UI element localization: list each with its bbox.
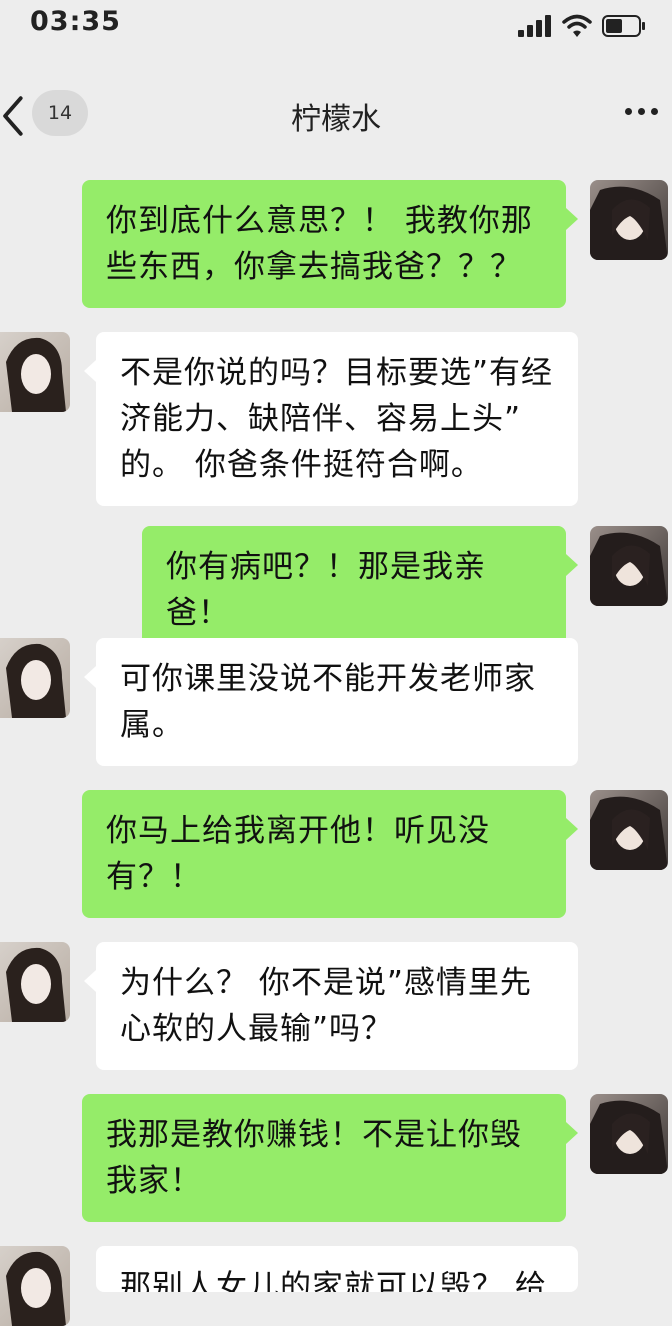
battery-icon bbox=[602, 15, 645, 37]
status-bar: 03:35 bbox=[0, 0, 672, 52]
my-avatar[interactable] bbox=[590, 526, 668, 606]
message-bubble-outgoing[interactable]: 我那是教你赚钱！不是让你毁我家！ bbox=[82, 1094, 566, 1222]
message-bubble-incoming[interactable]: 那别人女儿的家就可以毁？ 给 bbox=[96, 1246, 578, 1292]
status-time: 03:35 bbox=[30, 6, 121, 37]
message-bubble-outgoing[interactable]: 你到底什么意思？！ 我教你那些东西，你拿去搞我爸？？？ bbox=[82, 180, 566, 308]
message-bubble-outgoing[interactable]: 你马上给我离开他！听见没有？！ bbox=[82, 790, 566, 918]
contact-avatar[interactable] bbox=[0, 1246, 70, 1326]
wifi-icon bbox=[562, 14, 592, 37]
message-bubble-incoming[interactable]: 为什么？ 你不是说”感情里先心软的人最输”吗？ bbox=[96, 942, 578, 1070]
chat-title: 柠檬水 bbox=[291, 102, 381, 137]
my-avatar[interactable] bbox=[590, 790, 668, 870]
signal-icon bbox=[518, 15, 551, 37]
message-bubble-incoming[interactable]: 可你课里没说不能开发老师家属。 bbox=[96, 638, 578, 766]
my-avatar[interactable] bbox=[590, 1094, 668, 1174]
contact-avatar[interactable] bbox=[0, 332, 70, 412]
message-bubble-incoming[interactable]: 不是你说的吗？目标要选”有经济能力、缺陪伴、容易上头” 的。 你爸条件挺符合啊。 bbox=[96, 332, 578, 506]
more-dots-icon[interactable] bbox=[625, 108, 658, 115]
contact-avatar[interactable] bbox=[0, 638, 70, 718]
contact-avatar[interactable] bbox=[0, 942, 70, 1022]
my-avatar[interactable] bbox=[590, 180, 668, 260]
message-bubble-outgoing[interactable]: 你有病吧？！那是我亲爸！ bbox=[142, 526, 566, 654]
